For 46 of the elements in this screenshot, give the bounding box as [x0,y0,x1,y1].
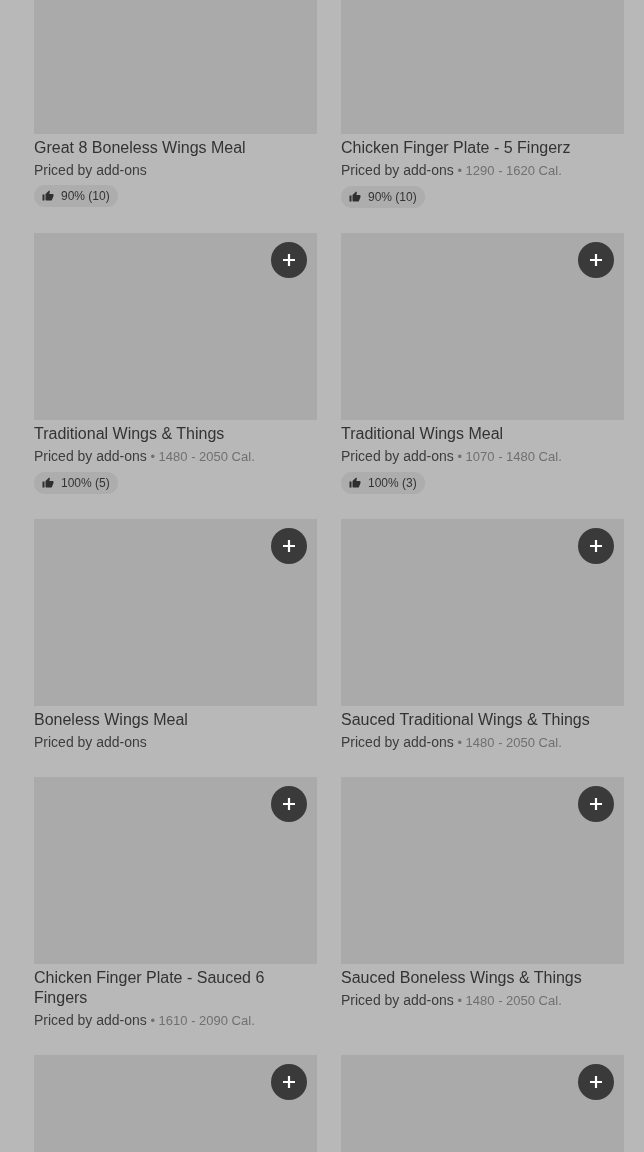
item-price: Priced by add-ons [341,734,454,750]
plus-icon [283,254,295,266]
item-calories: • 1070 - 1480 Cal. [456,449,562,464]
item-calories: • 1290 - 1620 Cal. [456,163,562,178]
item-calories: • 1480 - 2050 Cal. [149,449,255,464]
add-button[interactable] [271,242,307,278]
item-name[interactable]: Traditional Wings Meal [341,424,624,444]
rating-badge: 100% (5) [34,472,118,494]
item-name[interactable]: Great 8 Boneless Wings Meal [34,138,317,158]
item-name[interactable]: Boneless Wings Meal [34,710,317,730]
plus-icon [283,798,295,810]
thumbs-up-icon [42,190,54,202]
item-calories: • 1480 - 2050 Cal. [456,993,562,1008]
thumbs-up-icon [349,191,361,203]
item-calories: • 1480 - 2050 Cal. [456,735,562,750]
item-price: Priced by add-ons [341,992,454,1008]
plus-icon [283,540,295,552]
item-price: Priced by add-ons [34,734,147,750]
add-button[interactable] [271,786,307,822]
add-button[interactable] [271,528,307,564]
plus-icon [590,254,602,266]
rating-badge: 100% (3) [341,472,425,494]
add-button[interactable] [578,242,614,278]
add-button[interactable] [578,1064,614,1100]
rating-badge: 90% (10) [341,186,425,208]
thumbs-up-icon [349,477,361,489]
rating-badge: 90% (10) [34,185,118,207]
item-price: Priced by add-ons [34,448,147,464]
plus-icon [283,1076,295,1088]
item-price: Priced by add-ons [34,162,147,178]
add-button[interactable] [271,1064,307,1100]
plus-icon [590,798,602,810]
add-button[interactable] [578,528,614,564]
item-name[interactable]: Sauced Boneless Wings & Things [341,968,624,988]
item-price: Priced by add-ons [34,1012,147,1028]
item-name[interactable]: Sauced Traditional Wings & Things [341,710,624,730]
item-name[interactable]: Chicken Finger Plate - 5 Fingerz [341,138,624,158]
plus-icon [590,540,602,552]
item-name[interactable]: Traditional Wings & Things [34,424,317,444]
thumbs-up-icon [42,477,54,489]
item-price: Priced by add-ons [341,448,454,464]
plus-icon [590,1076,602,1088]
item-price: Priced by add-ons [341,162,454,178]
item-calories: • 1610 - 2090 Cal. [149,1013,255,1028]
add-button[interactable] [578,786,614,822]
item-name[interactable]: Chicken Finger Plate - Sauced 6 Fingers [34,968,317,1008]
